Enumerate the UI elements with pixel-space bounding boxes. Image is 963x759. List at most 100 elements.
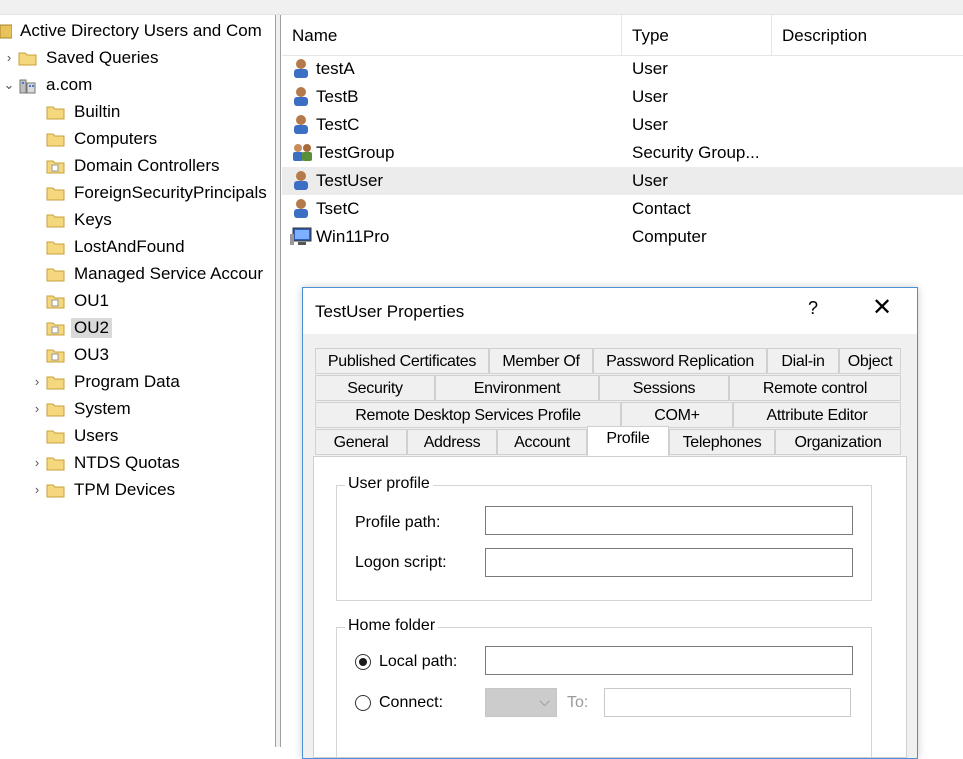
user-profile-group: User profile Profile path: Logon script: (336, 475, 872, 601)
chevron-right-icon[interactable]: › (28, 401, 46, 416)
tab-remote-control[interactable]: Remote control (729, 375, 901, 401)
chevron-right-icon[interactable]: › (28, 482, 46, 497)
tab-member-of[interactable]: Member Of (489, 348, 593, 374)
contact-icon (290, 198, 312, 220)
snapin-icon (0, 23, 13, 39)
ou-folder-icon (46, 347, 65, 363)
chevron-right-icon[interactable]: › (28, 374, 46, 389)
list-row-type: User (632, 171, 668, 190)
tree-item[interactable]: ForeignSecurityPrincipals (28, 179, 267, 206)
user-icon (290, 58, 312, 80)
top-toolbar-strip (0, 0, 963, 15)
list-row-name: TestUser (290, 170, 383, 192)
tree-item[interactable]: Domain Controllers (28, 152, 220, 179)
local-path-radio[interactable] (355, 654, 371, 670)
tab-password-replication[interactable]: Password Replication (593, 348, 767, 374)
tree-item[interactable]: Builtin (28, 98, 120, 125)
tree-item[interactable]: › NTDS Quotas (28, 449, 180, 476)
local-path-label: Local path: (379, 653, 458, 670)
tree-item[interactable]: › System (28, 395, 131, 422)
list-row-name-text: Win11Pro (316, 227, 390, 246)
list-row[interactable]: TestUser User (282, 167, 963, 195)
profile-path-input[interactable] (485, 506, 853, 535)
tree-item[interactable]: Users (28, 422, 118, 449)
list-row[interactable]: TsetC Contact (282, 195, 963, 223)
tab-published-certificates[interactable]: Published Certificates (315, 348, 489, 374)
list-row-name-text: TestGroup (316, 143, 395, 162)
connect-label: Connect: (379, 694, 444, 711)
connect-radio[interactable] (355, 695, 371, 711)
tree-item-label: Computers (74, 128, 158, 148)
list-row-name-text: TestC (316, 115, 360, 134)
tree-root[interactable]: Active Directory Users and Com (0, 17, 262, 44)
folder-icon (46, 428, 65, 444)
tab-account[interactable]: Account (497, 429, 587, 455)
home-folder-group: Home folder Local path: Connect: ⌵ To: (336, 617, 872, 758)
list-row-name-text: testA (316, 59, 355, 78)
pane-splitter[interactable] (275, 15, 281, 747)
folder-icon (18, 50, 37, 66)
folder-icon (46, 266, 65, 282)
list-row-name: TestB (290, 86, 359, 108)
local-path-input[interactable] (485, 646, 853, 675)
tab-general[interactable]: General (315, 429, 407, 455)
tab-attribute-editor[interactable]: Attribute Editor (733, 402, 901, 428)
chevron-down-icon[interactable]: ⌄ (0, 77, 18, 93)
tab-remote-desktop-services-profile[interactable]: Remote Desktop Services Profile (315, 402, 621, 428)
folder-icon (46, 104, 65, 120)
tree-item[interactable]: LostAndFound (28, 233, 185, 260)
tab-dial-in[interactable]: Dial-in (767, 348, 839, 374)
tree-item-label: NTDS Quotas (74, 452, 180, 472)
tree-item-label: TPM Devices (74, 479, 176, 499)
tree-item[interactable]: OU3 (28, 341, 109, 368)
tree-item-label: a.com (46, 74, 93, 94)
list-row-name: Win11Pro (290, 226, 389, 248)
list-row[interactable]: Win11Pro Computer (282, 223, 963, 251)
tab-environment[interactable]: Environment (435, 375, 599, 401)
tab-security[interactable]: Security (315, 375, 435, 401)
column-header-name[interactable]: Name (282, 15, 622, 55)
list-row[interactable]: TestGroup Security Group... (282, 139, 963, 167)
tree-item[interactable]: › Saved Queries (0, 44, 159, 71)
chevron-right-icon[interactable]: › (28, 455, 46, 470)
tree-item[interactable]: › Program Data (28, 368, 180, 395)
column-header-description[interactable]: Description (772, 15, 963, 55)
tree-item-label: Program Data (74, 371, 180, 391)
tree-item-label: LostAndFound (74, 236, 185, 256)
tab-profile[interactable]: Profile (587, 426, 669, 456)
user-icon (290, 86, 312, 108)
ou-folder-icon (46, 320, 65, 336)
tab-sessions[interactable]: Sessions (599, 375, 729, 401)
properties-dialog[interactable]: TestUser Properties ? ✕ Published Certif… (302, 287, 918, 759)
list-row-name-text: TestUser (316, 171, 384, 190)
list-row[interactable]: TestC User (282, 111, 963, 139)
list-row-name: TsetC (290, 198, 359, 220)
profile-tab-panel: User profile Profile path: Logon script:… (313, 456, 907, 758)
tab-com-[interactable]: COM+ (621, 402, 733, 428)
tree-item[interactable]: Computers (28, 125, 157, 152)
tree-item[interactable]: ⌄ a.com (0, 71, 92, 98)
tab-object[interactable]: Object (839, 348, 901, 374)
chevron-right-icon[interactable]: › (0, 50, 18, 65)
tree-item-label: System (74, 398, 131, 418)
tree-item-label: OU3 (74, 344, 109, 364)
list-row[interactable]: TestB User (282, 83, 963, 111)
tab-organization[interactable]: Organization (775, 429, 901, 455)
tree-item-label: OU2 (71, 317, 112, 338)
tab-telephones[interactable]: Telephones (669, 429, 775, 455)
tree-item[interactable]: OU1 (28, 287, 109, 314)
tree-item[interactable]: Managed Service Accour (28, 260, 263, 287)
list-row[interactable]: testA User (282, 55, 963, 83)
tree-item[interactable]: › TPM Devices (28, 476, 175, 503)
console-tree[interactable]: Active Directory Users and Com › Saved Qu… (0, 15, 275, 747)
column-header-type[interactable]: Type (622, 15, 772, 55)
user-profile-legend: User profile (345, 475, 433, 493)
tab-address[interactable]: Address (407, 429, 497, 455)
tree-item[interactable]: Keys (28, 206, 112, 233)
logon-script-input[interactable] (485, 548, 853, 577)
home-folder-legend: Home folder (345, 617, 439, 635)
drive-letter-combo[interactable]: ⌵ (485, 688, 557, 717)
tree-item[interactable]: OU2 (28, 314, 112, 341)
list-row-name-text: TestB (316, 87, 359, 106)
connect-to-input[interactable] (604, 688, 851, 717)
